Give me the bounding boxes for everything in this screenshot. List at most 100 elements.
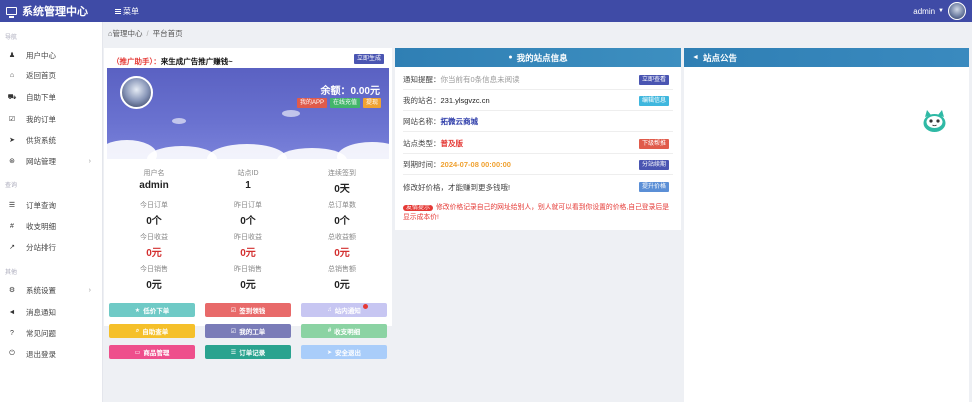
stat-value: 0元 [240,280,256,291]
sidebar-item-self-order[interactable]: ⛟ 自助下单 [0,88,103,106]
stat-label: 昨日订单 [234,202,262,209]
chevron-right-icon: › [88,286,91,294]
stat-value: 0个 [146,216,162,227]
question-icon: ? [10,329,14,337]
sidebar-item-user-center[interactable]: ♟ 用户中心 [0,46,103,64]
view-now-button[interactable]: 立即查看 [638,74,669,85]
stat-cell: 站点ID 1 [201,166,295,198]
notice-value: 你当前有0条信息未阅读 [440,75,520,84]
sidebar-item-label: 常见问题 [26,328,56,338]
quick-action-button[interactable]: ➤ 安全退出 [301,345,387,359]
quick-action-button[interactable]: # 收支明细 [301,324,387,338]
sidebar-item-label: 订单查询 [26,200,56,210]
account-card: （推广助手）：来生成广告推广赚钱~ 立即生成 余额：0.00元 我的APP 在线… [104,48,392,359]
account-banner: 余额：0.00元 我的APP 在线充值 提现 [107,68,389,159]
stat-value: 0元 [240,248,256,259]
warning-notice: 友情提示 修改价格记录自己的网址给别人，别人就可以看到你设置的价格,自己登录后是显… [403,203,669,223]
globe-icon: ● [508,54,513,61]
sidebar-item-label: 供货系统 [26,135,56,145]
sidebar-item-finance[interactable]: # 收支明细 [0,217,103,235]
raise-price-button[interactable]: 提升价格 [638,182,669,192]
sidebar-item-order-query[interactable]: ☰ 订单查询 [0,196,103,214]
sidebar-item-label: 自助下单 [26,92,56,102]
sidebar-item-home[interactable]: ⌂ 返回首页 [0,66,103,84]
chevron-right-icon: › [88,157,91,165]
sidebar-item-label: 消息通知 [26,307,56,317]
sidebar-section-title: 其他 [5,270,18,276]
hash-icon: # [10,222,14,230]
user-menu[interactable]: admin ▼ [913,0,966,22]
sidebar-item-ranking[interactable]: ↗ 分站排行 [0,238,103,256]
quick-action-label: 签到领钱 [239,308,266,315]
recharge-button[interactable]: 在线充值 [329,98,360,108]
send-icon: ➤ [326,349,333,356]
my-app-button[interactable]: 我的APP [296,98,327,108]
top-bar: 系统管理中心 菜单 admin ▼ [0,0,972,22]
badge-group: 我的APP 在线充值 提现 [296,98,381,108]
sub-promote-button[interactable]: 下级帮推 [638,138,669,149]
stat-label: 今日订单 [140,202,168,209]
stat-label: 总收益额 [328,234,356,241]
avatar[interactable] [120,76,153,109]
stat-cell: 昨日收益 0元 [201,230,295,262]
stat-value: 0个 [240,216,256,227]
gear-icon: ⚙ [8,287,16,294]
bullhorn-icon: ◄ [692,54,699,61]
sidebar-item-supply[interactable]: ➤ 供货系统 [0,131,103,149]
quick-action-label: 站内通知 [334,308,361,315]
sidebar-section-title: 导航 [5,35,18,41]
stat-cell: 昨日销售 0元 [201,262,295,294]
quick-action-button[interactable]: ★ 低价下单 [109,303,195,317]
quick-action-button[interactable]: ☑ 签到领钱 [205,303,291,317]
sidebar-item-site-admin[interactable]: ⊛ 网站管理 › [0,152,103,170]
sidebar-item-faq[interactable]: ? 常见问题 [0,324,103,342]
list-icon: ☰ [230,349,237,356]
user-icon: ♟ [8,52,16,59]
menu-label: 菜单 [123,6,139,16]
sidebar-item-settings[interactable]: ⚙ 系统设置 › [0,281,103,299]
quick-action-button[interactable]: ☑ 我的工单 [205,324,291,338]
sidebar-item-logout[interactable]: ⏻ 退出登录 [0,345,103,363]
quick-action-label: 商品管理 [143,350,170,357]
generate-button[interactable]: 立即生成 [353,54,384,64]
quick-action-button[interactable]: ⌕ 自助查单 [109,324,195,338]
stat-label: 连续签到 [328,170,356,177]
edit-info-button[interactable]: 编辑信息 [638,95,669,106]
domain-row: 我的站名： 231.ylsgvzc.cn 编辑信息 [403,91,673,111]
renew-button[interactable]: 分站续期 [638,159,669,170]
promo-line: （推广助手）：来生成广告推广赚钱~ [112,56,233,67]
price-row: 修改好价格，才能赚到更多钱哦! 提升价格 [403,177,673,197]
list-icon: ☰ [8,202,16,209]
stat-cell: 总收益额 0元 [295,230,389,262]
quick-action-button[interactable]: ♫ 站内通知 [301,303,387,317]
app-title: 系统管理中心 [22,6,88,18]
quick-action-button[interactable]: ☰ 订单记录 [205,345,291,359]
stat-label: 昨日收益 [234,234,262,241]
globe-icon: ⊛ [9,158,15,165]
menu-icon [115,8,121,14]
brand[interactable]: 系统管理中心 [0,3,103,19]
check-square-icon: ☑ [230,328,237,335]
bullhorn-icon: ◄ [8,308,16,316]
warning-text: 修改价格记录自己的网址给别人，别人就可以看到你设置的价格,自己登录后是显示成本价… [403,204,669,221]
unread-dot [363,304,368,309]
menu-toggle[interactable]: 菜单 [115,6,139,17]
cart-icon: ★ [134,307,141,314]
breadcrumb-root[interactable]: 管理中心 [113,29,143,38]
stat-value: admin [139,180,169,191]
stat-cell: 今日订单 0个 [107,198,201,230]
expire-label: 到期时间： [403,160,441,169]
avatar[interactable] [948,2,966,20]
sidebar-section-title: 查询 [5,183,18,189]
quick-action-button[interactable]: ▭ 商品管理 [109,345,195,359]
price-text: 修改好价格，才能赚到更多钱哦! [403,182,511,192]
chart-icon: ↗ [9,244,15,251]
stat-label: 总订单数 [328,202,356,209]
quick-action-label: 低价下单 [143,308,170,315]
notice-row: 通知提醒： 你当前有0条信息未阅读 立即查看 [403,70,673,90]
sidebar-item-my-orders[interactable]: ☑ 我的订单 [0,110,103,128]
withdraw-button[interactable]: 提现 [362,98,381,108]
stat-cell: 今日收益 0元 [107,230,201,262]
sidebar-item-notifications[interactable]: ◄ 消息通知 [0,303,103,321]
stat-label: 站点ID [237,170,259,177]
